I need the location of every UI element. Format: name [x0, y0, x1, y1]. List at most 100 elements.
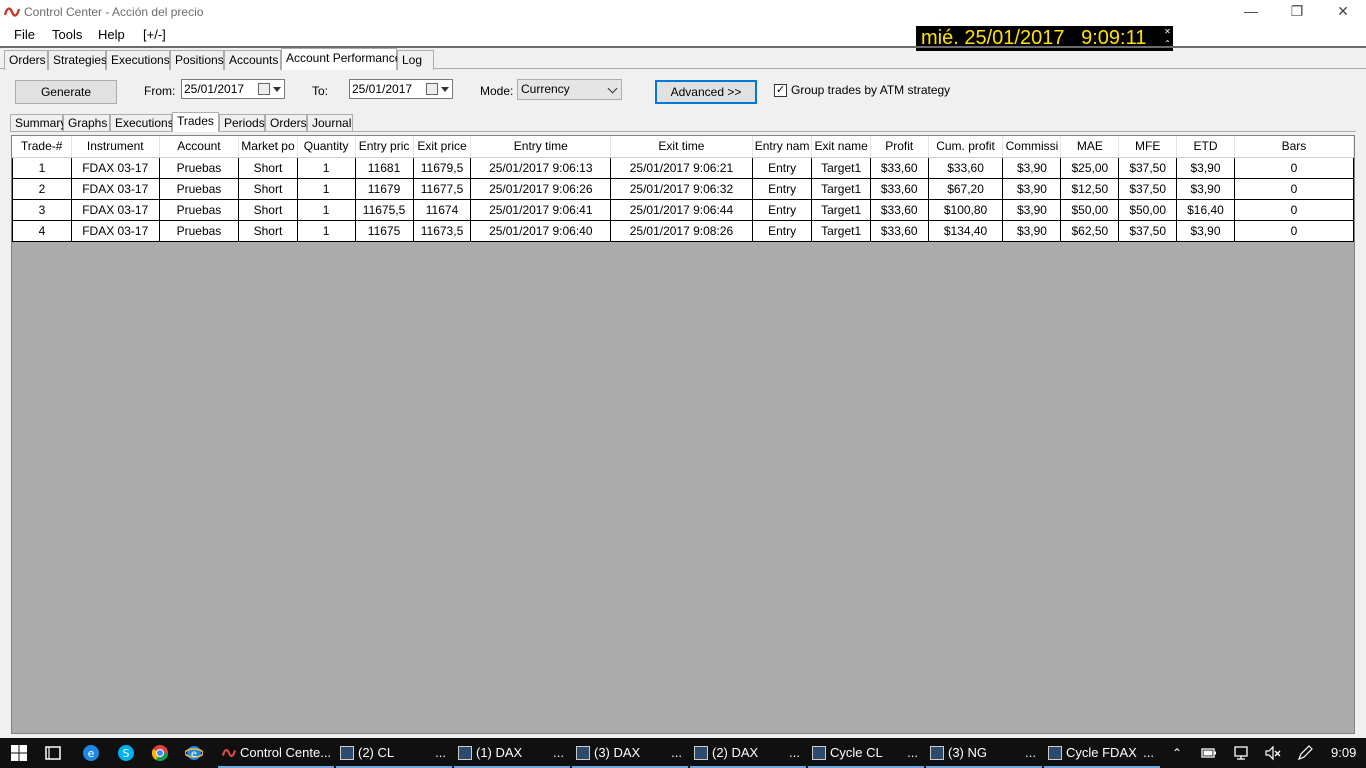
table-row[interactable]: 1 FDAX 03-17 Pruebas Short 1 11681 11679,5 25/0… [12, 156, 1355, 179]
subtab-orders[interactable]: Orders [265, 114, 307, 131]
tab-log[interactable]: Log [397, 50, 434, 70]
subtab-periods[interactable]: Periods [219, 114, 265, 131]
generate-button[interactable]: Generate [15, 80, 117, 104]
taskbar-app-chart[interactable]: (3) NG ... [926, 738, 1042, 768]
chevron-down-icon[interactable] [273, 87, 281, 92]
column-header[interactable]: Exit name [811, 136, 871, 158]
column-header[interactable]: Account [159, 136, 240, 158]
minimize-button[interactable]: — [1228, 0, 1274, 24]
table-cell: 11679 [354, 177, 414, 200]
advanced-button[interactable]: Advanced >> [655, 80, 757, 104]
table-row[interactable]: 3 FDAX 03-17 Pruebas Short 1 11675,5 11674 25/0… [12, 198, 1355, 221]
taskbar: e S e Control Cente... (2) CL ... (1) DA… [0, 738, 1366, 768]
calendar-icon[interactable] [426, 83, 438, 95]
column-header[interactable]: Entry pric [355, 136, 414, 158]
close-button[interactable]: ✕ [1320, 0, 1366, 24]
taskbar-app-chart[interactable]: (2) CL ... [336, 738, 452, 768]
subtab-executions[interactable]: Executions [110, 114, 174, 131]
column-header[interactable]: Trade-# [12, 136, 72, 158]
from-date-value: 25/01/2017 [184, 82, 245, 96]
menu-tools[interactable]: Tools [52, 27, 82, 42]
table-cell: Pruebas [158, 198, 240, 221]
tab-accounts[interactable]: Accounts [224, 50, 281, 70]
calendar-icon[interactable] [258, 83, 270, 95]
tab-orders[interactable]: Orders [4, 50, 48, 70]
column-header[interactable]: Exit time [610, 136, 753, 158]
table-cell: $62,50 [1060, 219, 1120, 242]
taskbar-app-control-center[interactable]: Control Cente... [218, 738, 334, 768]
table-cell: 0 [1233, 219, 1355, 242]
column-header[interactable]: Entry time [470, 136, 612, 158]
table-row[interactable]: 2 FDAX 03-17 Pruebas Short 1 11679 11677,5 25/0… [12, 177, 1355, 200]
column-header[interactable]: Market po [238, 136, 298, 158]
table-cell: Entry [751, 177, 813, 200]
maximize-button[interactable]: ❐ [1274, 0, 1320, 24]
trades-grid[interactable]: Trade-# Instrument Account Market po Quantit… [11, 135, 1355, 734]
menu-help[interactable]: Help [98, 27, 125, 42]
tab-executions[interactable]: Executions [106, 50, 170, 70]
chart-window-icon [694, 746, 708, 760]
subtab-trades[interactable]: Trades [172, 112, 219, 132]
pen-icon[interactable] [1296, 744, 1314, 762]
column-header[interactable]: Quantity [297, 136, 356, 158]
menu-file[interactable]: File [14, 27, 35, 42]
group-trades-label[interactable]: Group trades by ATM strategy [791, 83, 950, 97]
to-date-picker[interactable]: 25/01/2017 [349, 79, 453, 99]
column-header[interactable]: MFE [1118, 136, 1178, 158]
clock-close-icon[interactable]: ✕ [1162, 26, 1173, 38]
taskbar-app-chart[interactable]: Cycle CL ... [808, 738, 924, 768]
chevron-down-icon[interactable] [441, 87, 449, 92]
column-header[interactable]: Entry nam [752, 136, 813, 158]
edge-browser-icon[interactable]: e [82, 744, 100, 762]
taskbar-app-chart[interactable]: (2) DAX ... [690, 738, 806, 768]
chrome-icon[interactable] [151, 744, 169, 762]
table-cell: $3,90 [1002, 156, 1062, 179]
taskbar-app-chart[interactable]: (1) DAX ... [454, 738, 570, 768]
table-cell: $16,40 [1176, 198, 1235, 221]
table-cell: Entry [751, 219, 813, 242]
tab-positions[interactable]: Positions [170, 50, 224, 70]
network-icon[interactable] [1233, 744, 1251, 762]
from-date-picker[interactable]: 25/01/2017 [181, 79, 285, 99]
tab-account-performance[interactable]: Account Performance [281, 48, 401, 70]
column-header[interactable]: ETD [1176, 136, 1235, 158]
column-header[interactable]: Bars [1234, 136, 1355, 158]
tab-strategies[interactable]: Strategies [48, 50, 107, 70]
table-cell: 2 [12, 177, 72, 200]
taskbar-app-chart[interactable]: Cycle FDAX ... [1044, 738, 1160, 768]
battery-icon[interactable] [1200, 744, 1218, 762]
taskbar-app-more: ... [553, 745, 564, 760]
table-row[interactable]: 4 FDAX 03-17 Pruebas Short 1 11675 11673,5 25/0… [12, 219, 1355, 242]
column-header[interactable]: Profit [870, 136, 929, 158]
taskbar-app-label: Cycle FDAX [1066, 745, 1137, 760]
clock-expand-icon[interactable]: ⌃ [1162, 38, 1173, 50]
subtab-journal[interactable]: Journal [307, 114, 353, 131]
windows-start-icon[interactable] [10, 744, 28, 762]
menu-toggle[interactable]: [+/-] [143, 27, 166, 42]
table-cell: $50,00 [1060, 198, 1120, 221]
taskbar-app-more: ... [907, 745, 918, 760]
menu-separator [0, 46, 1366, 48]
volume-muted-icon[interactable] [1264, 744, 1282, 762]
column-header[interactable]: Exit price [413, 136, 472, 158]
taskbar-clock[interactable]: 9:09 [1331, 738, 1356, 768]
table-cell: FDAX 03-17 [70, 177, 160, 200]
show-hidden-icons-chevron-up-icon[interactable]: ⌃ [1172, 738, 1182, 768]
mode-select[interactable]: Currency [517, 79, 622, 100]
column-header[interactable]: MAE [1060, 136, 1120, 158]
table-cell: 11677,5 [412, 177, 472, 200]
table-cell: FDAX 03-17 [70, 198, 160, 221]
group-trades-checkbox[interactable]: ✓ [774, 84, 787, 97]
internet-explorer-icon[interactable]: e [185, 744, 203, 762]
taskbar-app-chart[interactable]: (3) DAX ... [572, 738, 688, 768]
subtab-summary[interactable]: Summary [10, 114, 66, 131]
table-cell: 25/01/2017 9:06:40 [470, 219, 612, 242]
taskbar-app-more: ... [671, 745, 682, 760]
column-header[interactable]: Cum. profit [928, 136, 1004, 158]
subtab-graphs[interactable]: Graphs [63, 114, 110, 131]
task-view-icon[interactable] [44, 744, 62, 762]
column-header[interactable]: Commissi [1002, 136, 1062, 158]
skype-icon[interactable]: S [117, 744, 135, 762]
column-header[interactable]: Instrument [71, 136, 160, 158]
table-cell: Pruebas [158, 219, 240, 242]
